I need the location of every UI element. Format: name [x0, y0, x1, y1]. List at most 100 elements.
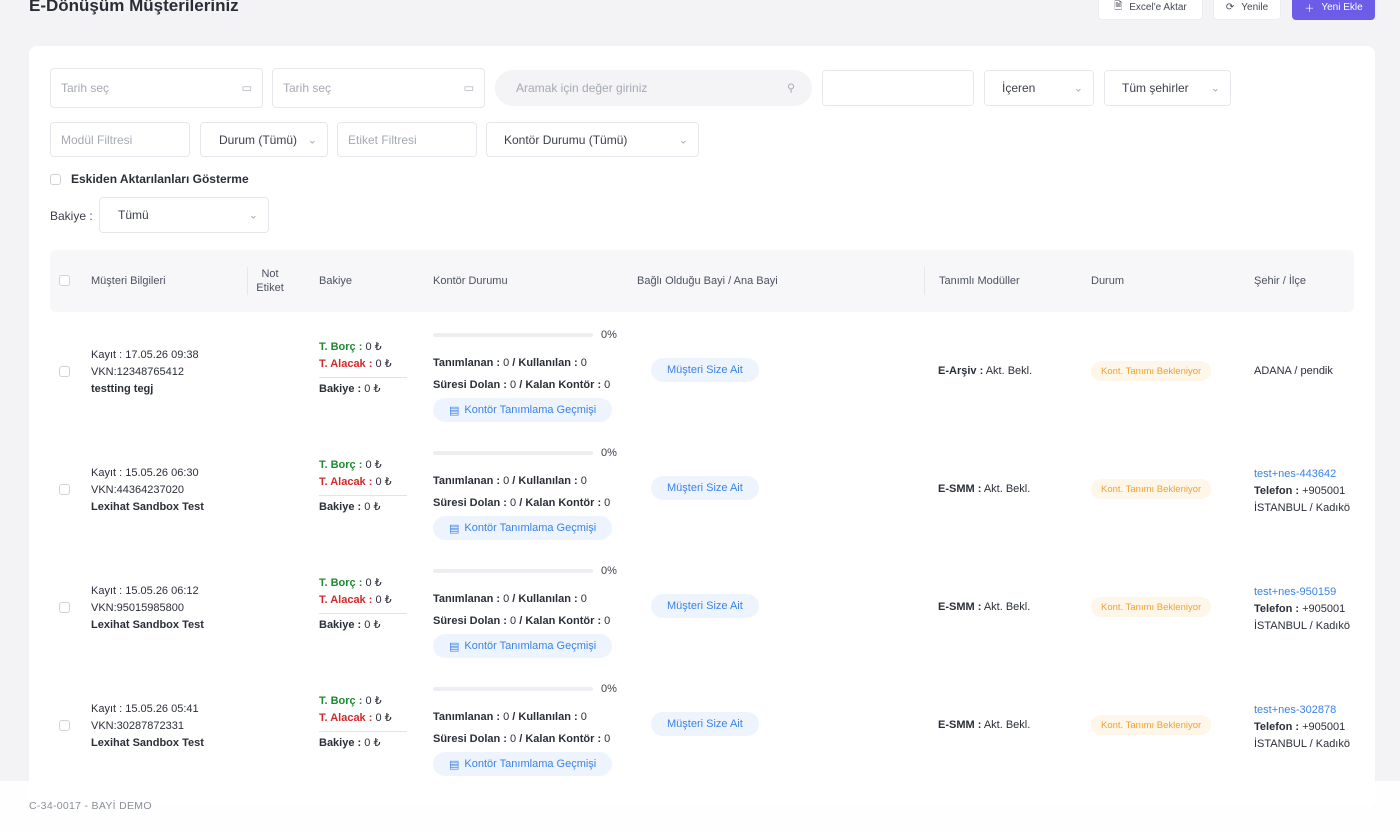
customer-name: Lexihat Sandbox Test: [91, 619, 204, 631]
col-separator: [247, 267, 248, 295]
debt-value: 0 ₺: [365, 459, 382, 471]
tag-filter-field[interactable]: [337, 122, 477, 157]
defined-value: 0: [503, 475, 510, 487]
module-cell: E-SMM : Akt. Bekl.: [938, 601, 1030, 613]
phone-value: +905001: [1299, 721, 1346, 733]
module-filter-input[interactable]: [61, 132, 162, 147]
expired-value: 0: [510, 379, 517, 391]
dealer-pill[interactable]: Müşteri Size Ait: [651, 358, 759, 382]
dealer-pill[interactable]: Müşteri Size Ait: [651, 712, 759, 736]
tax-number: VKN:30287872331: [91, 720, 184, 732]
col-status: Durum: [1091, 275, 1125, 287]
kontor-history-button[interactable]: ▤ Kontör Tanımlama Geçmişi: [433, 752, 613, 776]
col-note-tag: Not Etiket: [256, 268, 284, 294]
search-input[interactable]: [516, 81, 759, 95]
module-name: E-SMM :: [938, 601, 982, 613]
hide-old-checkbox[interactable]: [50, 173, 61, 185]
balance-label: Bakiye :: [319, 737, 362, 749]
add-new-button[interactable]: ＋ Yeni Ekle: [1292, 0, 1375, 20]
search-box[interactable]: ⚲: [495, 70, 812, 106]
customer-info[interactable]: Kayıt : 15.05.26 06:12 VKN:95015985800 L…: [91, 583, 204, 634]
customer-name: Lexihat Sandbox Test: [91, 737, 204, 749]
match-mode-select[interactable]: İçeren ⌄: [984, 70, 1094, 106]
city-select[interactable]: Tüm şehirler ⌄: [1104, 70, 1231, 106]
module-status: Akt. Bekl.: [983, 483, 1031, 495]
record-date: Kayıt : 15.05.26 05:41: [91, 703, 199, 715]
row-checkbox[interactable]: [59, 484, 70, 495]
chevron-down-icon: ⌄: [678, 134, 688, 146]
module-cell: E-SMM : Akt. Bekl.: [938, 719, 1030, 731]
remaining-value: 0: [604, 379, 611, 391]
end-date-picker[interactable]: ▭: [272, 68, 485, 108]
phone-label: Telefon :: [1254, 485, 1300, 497]
remaining-label: / Kalan Kontör :: [519, 379, 602, 391]
refresh-button[interactable]: ⟳ Yenile: [1213, 0, 1281, 20]
row-checkbox[interactable]: [59, 720, 70, 731]
module-filter-field[interactable]: [50, 122, 190, 157]
chevron-down-icon: ⌄: [248, 209, 258, 222]
kontor-history-button[interactable]: ▤ Kontör Tanımlama Geçmişi: [433, 634, 613, 658]
footer-bar: C-34-0017 - BAYİ DEMO: [0, 781, 1400, 831]
end-date-input[interactable]: [283, 81, 446, 95]
kontor-history-button[interactable]: ▤ Kontör Tanımlama Geçmişi: [433, 398, 613, 422]
customer-email[interactable]: test+nes-950159: [1254, 584, 1354, 601]
balance-label: Bakiye :: [319, 619, 362, 631]
chevron-down-icon: ⌄: [1073, 82, 1083, 95]
customer-info[interactable]: Kayıt : 15.05.26 06:30 VKN:44364237020 L…: [91, 465, 204, 516]
dealer-pill[interactable]: Müşteri Size Ait: [651, 476, 759, 500]
dealer-pill[interactable]: Müşteri Size Ait: [651, 594, 759, 618]
row-checkbox[interactable]: [59, 366, 70, 377]
select-all-checkbox[interactable]: [59, 275, 70, 286]
city-cell: ADANA / pendik: [1254, 365, 1333, 377]
used-value: 0: [580, 593, 587, 605]
module-status: Akt. Bekl.: [983, 601, 1031, 613]
customer-email[interactable]: test+nes-443642: [1254, 466, 1354, 483]
customer-info[interactable]: Kayıt : 15.05.26 05:41 VKN:30287872331 L…: [91, 701, 204, 752]
status-badge: Kont. Tanımı Bekleniyor: [1091, 597, 1212, 617]
status-select[interactable]: Durum (Tümü) ⌄: [200, 122, 328, 157]
balance-value: 0 ₺: [364, 383, 381, 395]
col-balance: Bakiye: [319, 275, 353, 287]
kontor-percent: 0%: [601, 329, 617, 341]
module-cell: E-Arşiv : Akt. Bekl.: [938, 365, 1032, 377]
city-cell: test+nes-950159 Telefon : +905001 İSTANBUL…: [1254, 584, 1354, 635]
col-dealer: Bağlı Olduğu Bayi / Ana Bayi: [637, 275, 778, 287]
record-date: Kayıt : 15.05.26 06:30: [91, 467, 199, 479]
start-date-input[interactable]: [61, 81, 224, 95]
kontor-progress-bar: [433, 451, 593, 455]
record-date: Kayıt : 17.05.26 09:38: [91, 349, 199, 361]
customer-info[interactable]: Kayıt : 17.05.26 09:38 VKN:12348765412 t…: [91, 347, 199, 398]
kontor-percent: 0%: [601, 565, 617, 577]
hide-old-toggle[interactable]: Eskiden Aktarılanları Gösterme: [50, 172, 249, 186]
bakiye-select[interactable]: Tümü ⌄: [99, 197, 269, 233]
balance-cell: T. Borç : 0 ₺ T. Alacak : 0 ₺ Bakiye : 0…: [319, 457, 407, 516]
balance-label: Bakiye :: [319, 383, 362, 395]
expired-label: Süresi Dolan :: [433, 733, 507, 745]
col-customer: Müşteri Bilgileri: [91, 275, 166, 287]
col-kontor: Kontör Durumu: [433, 275, 508, 287]
status-badge: Kont. Tanımı Bekleniyor: [1091, 361, 1212, 381]
module-name: E-Arşiv :: [938, 365, 984, 377]
remaining-label: / Kalan Kontör :: [519, 733, 602, 745]
search-text-input[interactable]: [833, 81, 944, 95]
search-text-field[interactable]: [822, 70, 974, 106]
customer-email[interactable]: test+nes-302878: [1254, 702, 1354, 719]
kontor-cell: 0% Tanımlanan : 0 / Kullanılan : 0 Süres…: [433, 564, 633, 658]
page-title: E-Dönüşüm Müşterileriniz: [29, 0, 239, 15]
balance-value: 0 ₺: [364, 501, 381, 513]
tax-number: VKN:12348765412: [91, 366, 184, 378]
balance-divider: [319, 731, 407, 732]
defined-value: 0: [503, 593, 510, 605]
tax-number: VKN:44364237020: [91, 484, 184, 496]
start-date-picker[interactable]: ▭: [50, 68, 263, 108]
phone-value: +905001: [1299, 603, 1346, 615]
kontor-history-button[interactable]: ▤ Kontör Tanımlama Geçmişi: [433, 516, 613, 540]
debt-label: T. Borç :: [319, 459, 363, 471]
phone-label: Telefon :: [1254, 721, 1300, 733]
kontor-status-select[interactable]: Kontör Durumu (Tümü) ⌄: [486, 122, 699, 157]
tag-filter-input[interactable]: [348, 132, 449, 147]
excel-export-button[interactable]: 🗎 Excel'e Aktar: [1098, 0, 1203, 20]
row-checkbox[interactable]: [59, 602, 70, 613]
remaining-value: 0: [604, 733, 611, 745]
city-district: İSTANBUL / Kadıkö: [1254, 620, 1350, 632]
